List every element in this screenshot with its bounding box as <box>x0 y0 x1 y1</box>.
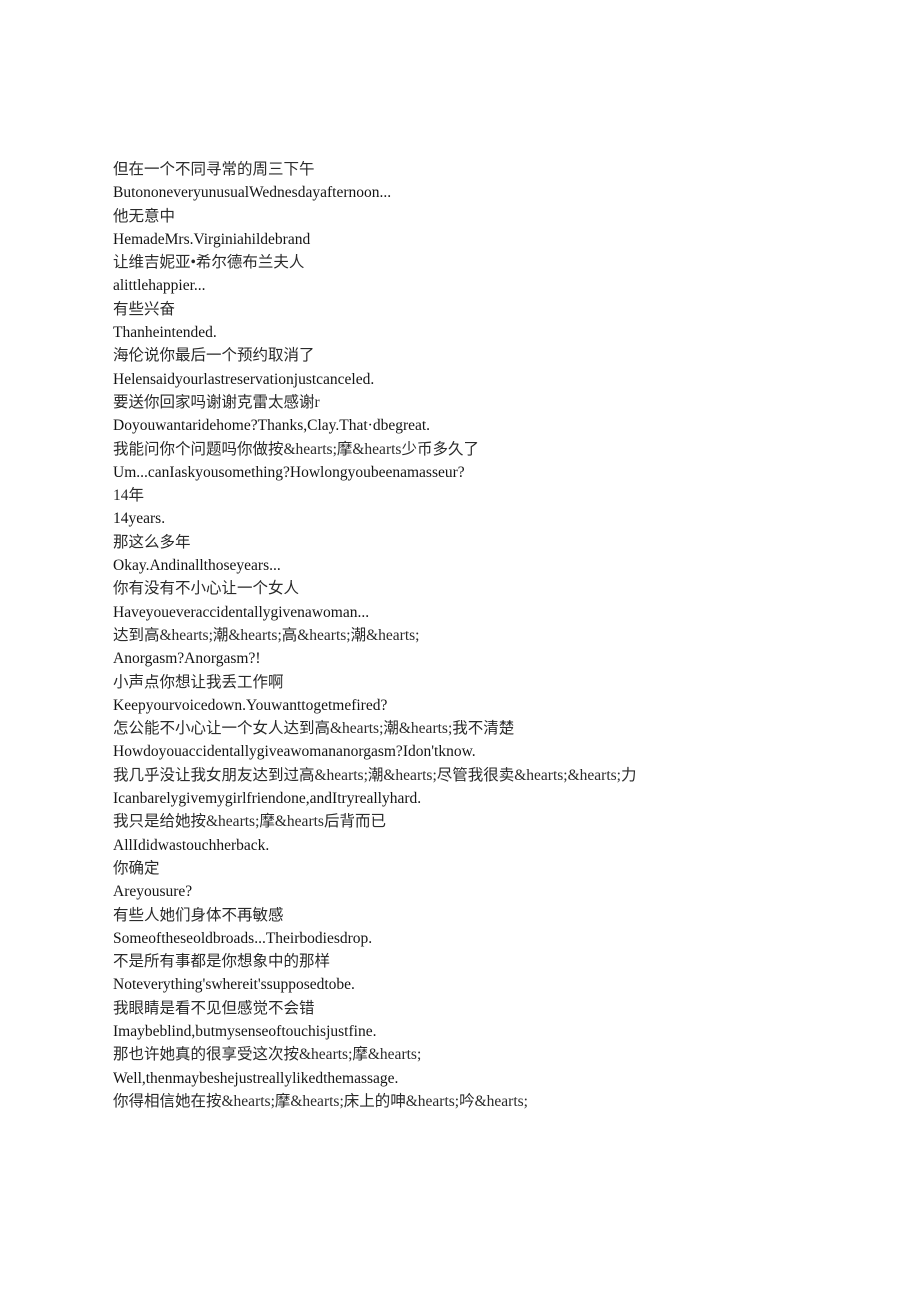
subtitle-line-translation: alittlehappier... <box>113 277 206 295</box>
subtitle-line-source: 那这么多年 <box>113 533 191 551</box>
subtitle-line-translation: Noteverything'swhereit'ssupposedtobe. <box>113 976 355 994</box>
subtitle-line-source: 他无意中 <box>113 207 176 225</box>
subtitle-line-source: 14年 <box>113 487 145 505</box>
subtitle-line-source: 你得相信她在按&hearts;摩&hearts;床上的呻&hearts;吟&he… <box>113 1092 528 1110</box>
subtitle-line-source: 不是所有事都是你想象中的那样 <box>113 953 331 971</box>
subtitle-line-source: 但在一个不同寻常的周三下午 <box>113 161 315 178</box>
subtitle-line-translation: HemadeMrs.Virginiahildebrand <box>113 230 311 248</box>
subtitle-line-translation: Helensaidyourlastreservationjustcanceled… <box>113 370 375 388</box>
subtitle-line-translation: Someoftheseoldbroads...Theirbodiesdrop. <box>113 929 373 947</box>
subtitle-line-source: 有些兴奋 <box>113 300 176 318</box>
subtitle-line-source: 海伦说你最后一个预约取消了 <box>113 347 315 365</box>
subtitle-line-source: 有些人她们身体不再敏感 <box>113 906 284 924</box>
subtitle-line-translation: Icanbarelygivemygirlfriendone,andItryrea… <box>113 790 422 808</box>
subtitle-line-translation: Um...canIaskyousomething?Howlongyoubeena… <box>113 463 465 481</box>
subtitle-line-source: 你确定 <box>113 859 160 877</box>
transcript-body: 但在一个不同寻常的周三下午 ButononeveryunusualWednesda… <box>113 158 873 1113</box>
subtitle-line-source: 我只是给她按&hearts;摩&hearts后背而已 <box>113 813 386 831</box>
document-page: 但在一个不同寻常的周三下午 ButononeveryunusualWednesda… <box>0 0 920 1301</box>
subtitle-line-source: 让维吉妮亚•希尔德布兰夫人 <box>113 254 305 272</box>
subtitle-line-source: 我能问你个问题吗你做按&hearts;摩&hearts少币多久了 <box>113 440 479 458</box>
subtitle-line-translation: Areyousure? <box>113 883 193 901</box>
subtitle-line-translation: Howdoyouaccidentallygiveawomananorgasm?I… <box>113 743 476 761</box>
subtitle-line-translation: 14years. <box>113 510 166 528</box>
subtitle-line-translation: Keepyourvoicedown.Youwanttogetmefired? <box>113 696 388 714</box>
subtitle-line-translation: Imaybeblind,butmysenseoftouchisjustfine. <box>113 1022 377 1040</box>
subtitle-line-translation: Okay.Andinallthoseyears... <box>113 557 281 575</box>
subtitle-line-source: 达到高&hearts;潮&hearts;高&hearts;潮&hearts; <box>113 626 420 644</box>
subtitle-line-translation: Well,thenmaybeshejustreallylikedthemassa… <box>113 1069 399 1087</box>
subtitle-line-source: 我眼睛是看不见但感觉不会错 <box>113 999 315 1017</box>
subtitle-line-translation: Thanheintended. <box>113 324 217 342</box>
subtitle-line-source: 怎公能不小心让一个女人达到高&hearts;潮&hearts;我不清楚 <box>113 720 515 738</box>
subtitle-line-translation: ButononeveryunusualWednesdayafternoon... <box>113 184 392 202</box>
subtitle-line-source: 小声点你想让我丢工作啊 <box>113 673 284 691</box>
subtitle-line-translation: Anorgasm?Anorgasm?! <box>113 650 261 668</box>
subtitle-line-source: 那也许她真的很享受这次按&hearts;摩&hearts; <box>113 1046 422 1064</box>
subtitle-line-translation: Haveyoueveraccidentallygivenawoman... <box>113 603 370 621</box>
subtitle-line-source: 你有没有不小心让一个女人 <box>113 580 300 598</box>
subtitle-line-source: 要送你回家吗谢谢克雷太感谢r <box>113 393 320 411</box>
subtitle-line-translation: AllIdidwastouchherback. <box>113 836 270 854</box>
subtitle-line-source: 我几乎没让我女朋友达到过高&hearts;潮&hearts;尽管我很卖&hear… <box>113 766 637 784</box>
subtitle-line-translation: Doyouwantaridehome?Thanks,Clay.That·dbeg… <box>113 417 431 435</box>
